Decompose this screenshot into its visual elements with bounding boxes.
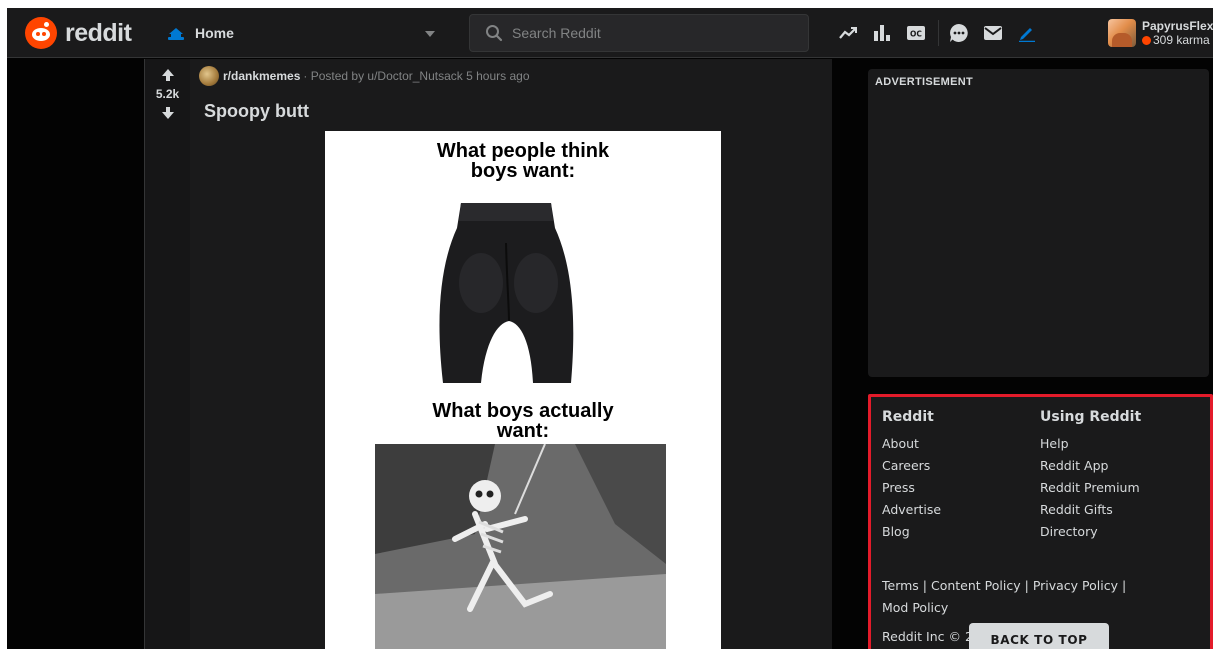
create-post-icon[interactable] <box>1013 20 1041 46</box>
meme-caption-top: What people think boys want: <box>436 140 610 182</box>
footer-link-press[interactable]: Press <box>882 477 941 499</box>
leggings-picture <box>439 203 574 383</box>
footer-heading-reddit: Reddit <box>882 409 934 425</box>
footer-column-reddit: Reddit About Careers Press Advertise Blo… <box>882 409 941 543</box>
footer-link-content-policy[interactable]: Content Policy <box>931 578 1021 593</box>
chevron-down-icon <box>425 31 435 37</box>
legal-links: Terms | Content Policy | Privacy Policy … <box>882 575 1202 619</box>
meme-caption-bottom: What boys actually want: <box>432 400 614 442</box>
search-input[interactable] <box>512 25 792 41</box>
leaderboard-icon[interactable] <box>868 20 896 46</box>
skeleton-picture <box>375 444 666 649</box>
footer-link-help[interactable]: Help <box>1040 433 1141 455</box>
snoo-icon <box>25 17 57 49</box>
reddit-wordmark: reddit <box>65 18 132 47</box>
search-bar[interactable] <box>469 14 809 52</box>
footer-link-blog[interactable]: Blog <box>882 521 941 543</box>
search-icon <box>486 25 503 42</box>
copyright-text: Reddit Inc © 2 <box>882 629 973 644</box>
username: PapyrusFlex <box>1142 19 1213 33</box>
trending-icon[interactable] <box>834 20 862 46</box>
post-image[interactable]: What people think boys want: What boys a… <box>325 131 721 649</box>
header-divider <box>938 20 939 46</box>
home-dropdown[interactable]: Home <box>157 16 447 50</box>
advertisement-label: ADVERTISEMENT <box>875 76 974 88</box>
karma-count: 309 karma <box>1142 33 1213 47</box>
vote-column: 5.2k <box>145 59 190 649</box>
legal-separator: | <box>1024 578 1033 593</box>
legal-separator: | <box>1121 578 1127 593</box>
svg-text:OC: OC <box>910 30 922 39</box>
reddit-logo[interactable]: reddit <box>25 17 132 49</box>
home-icon <box>168 28 184 40</box>
footer-link-reddit-premium[interactable]: Reddit Premium <box>1040 477 1141 499</box>
app-window: reddit Home O <box>7 8 1213 649</box>
header-icons: OC <box>834 20 1047 46</box>
footer-link-reddit-app[interactable]: Reddit App <box>1040 455 1141 477</box>
avatar <box>1108 19 1136 47</box>
closed-caption-icon[interactable]: OC <box>902 20 930 46</box>
footer-link-careers[interactable]: Careers <box>882 455 941 477</box>
downvote-button[interactable] <box>158 103 178 123</box>
karma-icon <box>1142 35 1151 45</box>
home-label: Home <box>195 25 234 41</box>
post-card[interactable]: 5.2k r/dankmemes · Posted by u/Doctor_Nu… <box>144 59 832 649</box>
post-byline: · Posted by u/Doctor_Nutsack 5 hours ago <box>303 69 530 83</box>
vote-count: 5.2k <box>155 87 180 101</box>
footer-link-terms[interactable]: Terms <box>882 578 919 593</box>
back-to-top-button[interactable]: BACK TO TOP <box>969 623 1109 649</box>
subreddit-icon[interactable] <box>199 66 219 86</box>
footer-link-reddit-gifts[interactable]: Reddit Gifts <box>1040 499 1141 521</box>
footer-column-using-reddit: Using Reddit Help Reddit App Reddit Prem… <box>1040 409 1141 543</box>
post-meta: r/dankmemes · Posted by u/Doctor_Nutsack… <box>199 65 530 87</box>
footer-heading-using-reddit: Using Reddit <box>1040 409 1142 425</box>
footer-link-advertise[interactable]: Advertise <box>882 499 941 521</box>
footer-link-about[interactable]: About <box>882 433 941 455</box>
karma-text: 309 karma <box>1153 33 1210 47</box>
legal-separator: | <box>922 578 931 593</box>
chat-icon[interactable] <box>945 20 973 46</box>
footer-link-privacy-policy[interactable]: Privacy Policy <box>1033 578 1118 593</box>
user-menu[interactable]: PapyrusFlex 309 karma <box>1105 15 1213 51</box>
footer-links-card: Reddit About Careers Press Advertise Blo… <box>868 394 1213 649</box>
footer-link-directory[interactable]: Directory <box>1040 521 1141 543</box>
mail-icon[interactable] <box>979 20 1007 46</box>
top-header: reddit Home O <box>7 8 1213 58</box>
footer-link-mod-policy[interactable]: Mod Policy <box>882 600 948 615</box>
upvote-button[interactable] <box>158 65 178 85</box>
downvote-icon <box>161 107 174 119</box>
post-title[interactable]: Spoopy butt <box>204 101 309 122</box>
subreddit-link[interactable]: r/dankmemes <box>223 69 300 83</box>
advertisement-box[interactable]: ADVERTISEMENT <box>868 69 1209 377</box>
upvote-icon <box>161 69 174 81</box>
